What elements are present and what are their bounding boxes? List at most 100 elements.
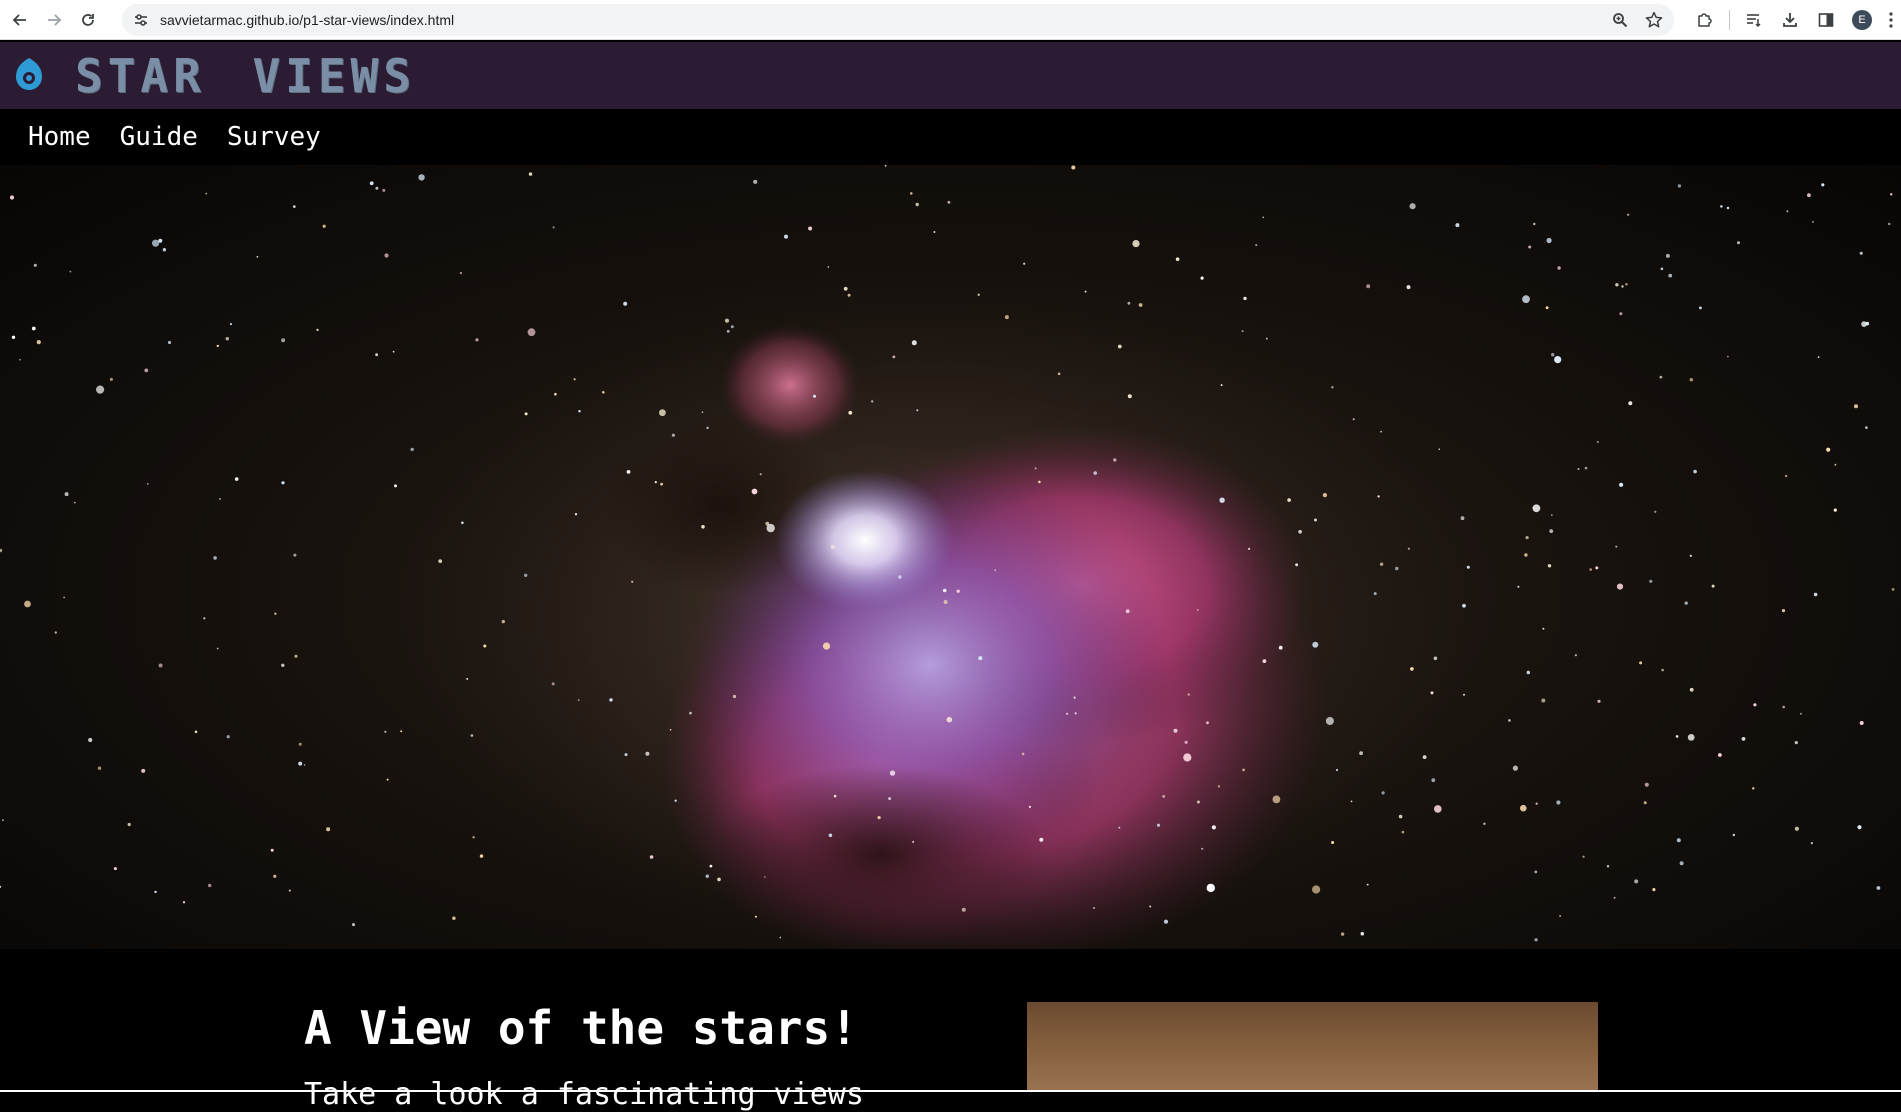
star	[947, 200, 951, 204]
star	[1201, 847, 1204, 850]
star-icon[interactable]	[1644, 10, 1664, 30]
star	[1331, 386, 1334, 389]
star	[1619, 312, 1623, 316]
star	[1512, 765, 1518, 771]
star	[1175, 257, 1180, 261]
star	[1639, 661, 1643, 665]
star	[1118, 826, 1121, 829]
star	[705, 874, 709, 878]
star	[911, 340, 917, 346]
star	[229, 323, 233, 326]
star	[31, 326, 36, 331]
star	[226, 735, 230, 739]
star	[1149, 905, 1152, 908]
star	[1619, 482, 1624, 487]
star	[483, 644, 487, 648]
star	[1859, 721, 1864, 725]
star	[528, 172, 533, 176]
nav-link-survey[interactable]: Survey	[227, 122, 321, 152]
ring-logo-icon[interactable]	[12, 55, 46, 97]
star	[1533, 222, 1536, 226]
star	[1211, 825, 1216, 830]
star	[1217, 785, 1220, 788]
star	[54, 631, 57, 634]
star	[1781, 609, 1786, 613]
star	[1689, 378, 1694, 382]
star	[1117, 344, 1122, 349]
star	[1380, 430, 1382, 433]
star	[1366, 883, 1369, 886]
reload-icon[interactable]	[74, 6, 102, 34]
star	[205, 192, 208, 195]
star	[1219, 497, 1225, 503]
star	[384, 253, 389, 258]
star	[1359, 751, 1363, 756]
star	[470, 734, 474, 737]
nav-link-home[interactable]: Home	[28, 122, 91, 152]
star	[1173, 728, 1178, 733]
star	[400, 730, 403, 733]
url-text[interactable]: savvietarmac.github.io/p1-star-views/ind…	[160, 12, 454, 28]
star	[1406, 285, 1411, 290]
star	[1644, 782, 1649, 787]
address-bar[interactable]: savvietarmac.github.io/p1-star-views/ind…	[122, 4, 1674, 36]
star	[418, 174, 425, 181]
nav-link-guide[interactable]: Guide	[120, 122, 198, 152]
site-header: STAR VIEWS	[0, 42, 1901, 109]
star	[884, 165, 887, 167]
star	[1522, 295, 1530, 304]
star	[889, 770, 896, 776]
star	[977, 293, 980, 296]
star	[1335, 768, 1339, 772]
star	[375, 186, 379, 190]
star	[33, 263, 37, 267]
star	[1854, 404, 1858, 409]
star	[96, 385, 105, 394]
star	[1557, 266, 1561, 270]
star	[1834, 463, 1837, 466]
star	[1626, 213, 1630, 216]
star	[759, 473, 762, 476]
star	[751, 488, 758, 495]
star	[943, 600, 948, 604]
star	[1125, 609, 1130, 614]
star	[1163, 919, 1169, 924]
kebab-menu-icon[interactable]	[1883, 5, 1899, 35]
star	[1034, 467, 1037, 470]
star	[475, 338, 479, 342]
star	[1038, 480, 1041, 484]
star	[1794, 741, 1798, 745]
back-arrow-icon[interactable]	[6, 6, 34, 34]
zoom-icon[interactable]	[1610, 10, 1630, 30]
star	[1381, 791, 1385, 795]
star	[1379, 562, 1384, 566]
download-icon[interactable]	[1775, 5, 1805, 35]
intro-section: A View of the stars! Take a look a fasci…	[0, 949, 1901, 1112]
star	[766, 523, 775, 533]
star	[158, 663, 163, 668]
star	[1255, 244, 1258, 247]
star	[1541, 698, 1546, 703]
reading-list-icon[interactable]	[1739, 5, 1769, 35]
site-title[interactable]: STAR VIEWS	[75, 49, 416, 103]
star	[994, 569, 996, 571]
tune-icon[interactable]	[128, 7, 154, 33]
star	[1817, 356, 1820, 358]
star	[822, 642, 831, 650]
star	[19, 358, 21, 361]
star	[1028, 805, 1031, 809]
star	[1409, 203, 1416, 210]
star	[1582, 855, 1585, 858]
star	[288, 889, 291, 892]
star	[146, 483, 149, 485]
star	[1821, 183, 1825, 187]
star	[602, 391, 605, 394]
side-panel-icon[interactable]	[1811, 5, 1841, 35]
star	[1737, 241, 1740, 245]
forward-arrow-icon[interactable]	[40, 6, 68, 34]
star	[194, 730, 198, 734]
star	[779, 936, 782, 939]
profile-avatar[interactable]: E	[1847, 5, 1877, 35]
puzzle-icon[interactable]	[1690, 5, 1720, 35]
star	[1398, 814, 1403, 819]
